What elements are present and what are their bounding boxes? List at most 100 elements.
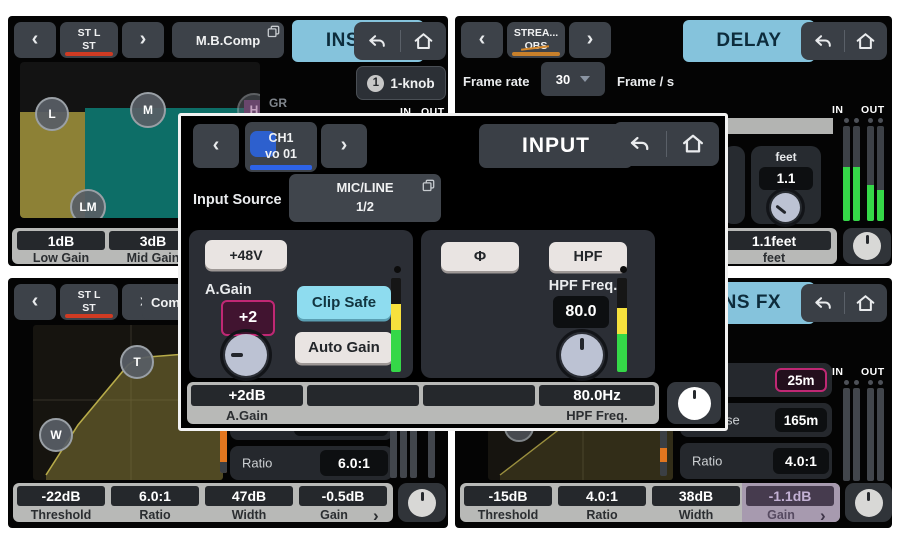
delay-value-box[interactable]: 1.1 [759,167,813,190]
ratio-row[interactable]: Ratio 4.0:1 [680,443,832,479]
footer-gain-value[interactable]: -0.5dB [299,486,387,506]
knob-icon [678,387,711,420]
more-params-chevron[interactable]: › [820,507,826,524]
footer-width-value[interactable]: 47dB [205,486,293,506]
touch-and-turn-knob-button[interactable] [845,483,892,522]
next-channel-button[interactable]: › [569,22,611,58]
phantom-48v-button[interactable]: +48V [205,240,287,269]
attack-value-box[interactable]: 25m [775,368,827,392]
ratio-value-box[interactable]: 6.0:1 [320,450,388,476]
channel-select-button[interactable]: CH1 vo 01 [245,122,317,172]
width-handle[interactable]: W [39,418,73,452]
frame-rate-dropdown[interactable]: 30 [541,62,605,96]
mid-band-handle[interactable]: M [130,92,166,128]
footer-delay-label: feet [717,251,831,265]
footer-gain-value[interactable]: -1.1dB [746,486,834,506]
phase-button[interactable]: Φ [441,242,519,271]
low-band-handle[interactable]: L [35,97,69,131]
footer-width-label: Width [652,508,740,522]
hpf-freq-value-box[interactable]: 80.0 [553,296,609,328]
footer-threshold-label: Threshold [464,508,552,522]
footer-threshold-value[interactable]: -22dB [17,486,105,506]
next-channel-button[interactable]: › [122,22,164,58]
peak-dot [844,118,849,123]
auto-gain-button[interactable]: Auto Gain [295,332,393,363]
footer-threshold-value[interactable]: -15dB [464,486,552,506]
copy-icon [422,179,435,192]
peak-dot [620,266,627,273]
footer-threshold-label: Threshold [17,508,105,522]
footer-empty-cell[interactable] [307,385,419,406]
home-icon[interactable] [412,30,435,53]
low-mid-crossover-handle[interactable]: LM [70,189,106,218]
analog-gain-card: +48V A.Gain +2 Clip Safe Auto Gain [189,230,413,378]
knob-icon [408,489,436,517]
popup-title: INPUT [479,124,633,168]
prev-channel-button[interactable]: ‹ [193,124,239,168]
footer-empty-cell[interactable] [423,385,535,406]
nav-group [613,122,719,166]
prev-channel-button[interactable]: ‹ [14,284,56,320]
param-footer: 1.1feet feet [711,228,837,264]
footer-ratio-label: Ratio [111,508,199,522]
in-meter-r [853,388,860,481]
footer-low-gain-value[interactable]: 1dB [17,231,105,250]
touch-and-turn-knob-button[interactable] [667,382,721,424]
footer-ratio-value[interactable]: 6.0:1 [111,486,199,506]
input-source-button[interactable]: MIC/LINE 1/2 [289,174,441,222]
footer-hpf-freq-value[interactable]: 80.0Hz [539,385,655,406]
channel-id: ST L [78,289,101,302]
library-preset-button[interactable]: M.B.Comp [172,22,284,58]
hpf-button[interactable]: HPF [549,242,627,271]
delay-feet-card: feet 1.1 [751,146,821,224]
undo-icon[interactable] [626,131,652,157]
footer-delay-value[interactable]: 1.1feet [717,231,831,250]
in-meter-label: IN [832,366,844,378]
footer-ratio-label: Ratio [558,508,646,522]
screen-title-tab[interactable]: DELAY [683,20,815,62]
prev-channel-button[interactable]: ‹ [461,22,503,58]
prev-channel-button[interactable]: ‹ [14,22,56,58]
channel-id: STREA... [514,27,558,40]
out-meter-r [877,388,884,481]
touch-and-turn-knob-button[interactable] [398,483,446,522]
undo-icon[interactable] [811,30,834,53]
param-footer: +2dB 80.0Hz A.Gain HPF Freq. [187,382,659,424]
delay-knob[interactable] [771,193,800,222]
channel-id: CH1 [268,131,293,147]
home-icon[interactable] [854,30,877,53]
in-meter-l [843,126,850,221]
footer-ratio-value[interactable]: 4.0:1 [558,486,646,506]
footer-width-label: Width [205,508,293,522]
input-level-meter [391,278,401,372]
home-icon[interactable] [680,131,706,157]
threshold-handle[interactable]: T [120,345,154,379]
peak-dot [878,380,883,385]
undo-icon[interactable] [811,292,834,315]
footer-width-value[interactable]: 38dB [652,486,740,506]
next-channel-button[interactable]: › [321,124,367,168]
more-params-chevron[interactable]: › [373,507,379,524]
one-knob-button[interactable]: 1 1-knob [356,66,446,100]
channel-select-button[interactable]: ST L ST [60,284,118,320]
touch-and-turn-knob-button[interactable] [843,228,891,264]
again-knob[interactable] [225,334,267,376]
undo-icon[interactable] [365,30,388,53]
footer-again-value[interactable]: +2dB [191,385,303,406]
channel-select-button[interactable]: STREA... OBS [507,22,565,58]
home-icon[interactable] [854,292,877,315]
in-meter-r [853,126,860,221]
release-value-box[interactable]: 165m [775,408,827,432]
ratio-value-box[interactable]: 4.0:1 [773,448,829,474]
clip-safe-button[interactable]: Clip Safe [297,286,391,319]
input-source-label: Input Source [193,192,282,208]
out-meter-l [867,126,874,221]
channel-color-bar [512,52,560,56]
out-meter-label: OUT [861,104,885,116]
channel-select-button[interactable]: ST L ST [60,22,118,58]
in-meter-label: IN [832,104,844,116]
frame-rate-label: Frame rate [463,74,529,89]
hpf-freq-label: HPF Freq. [537,278,629,294]
ratio-row[interactable]: Ratio 6.0:1 [230,446,393,480]
hpf-freq-knob[interactable] [561,334,603,376]
